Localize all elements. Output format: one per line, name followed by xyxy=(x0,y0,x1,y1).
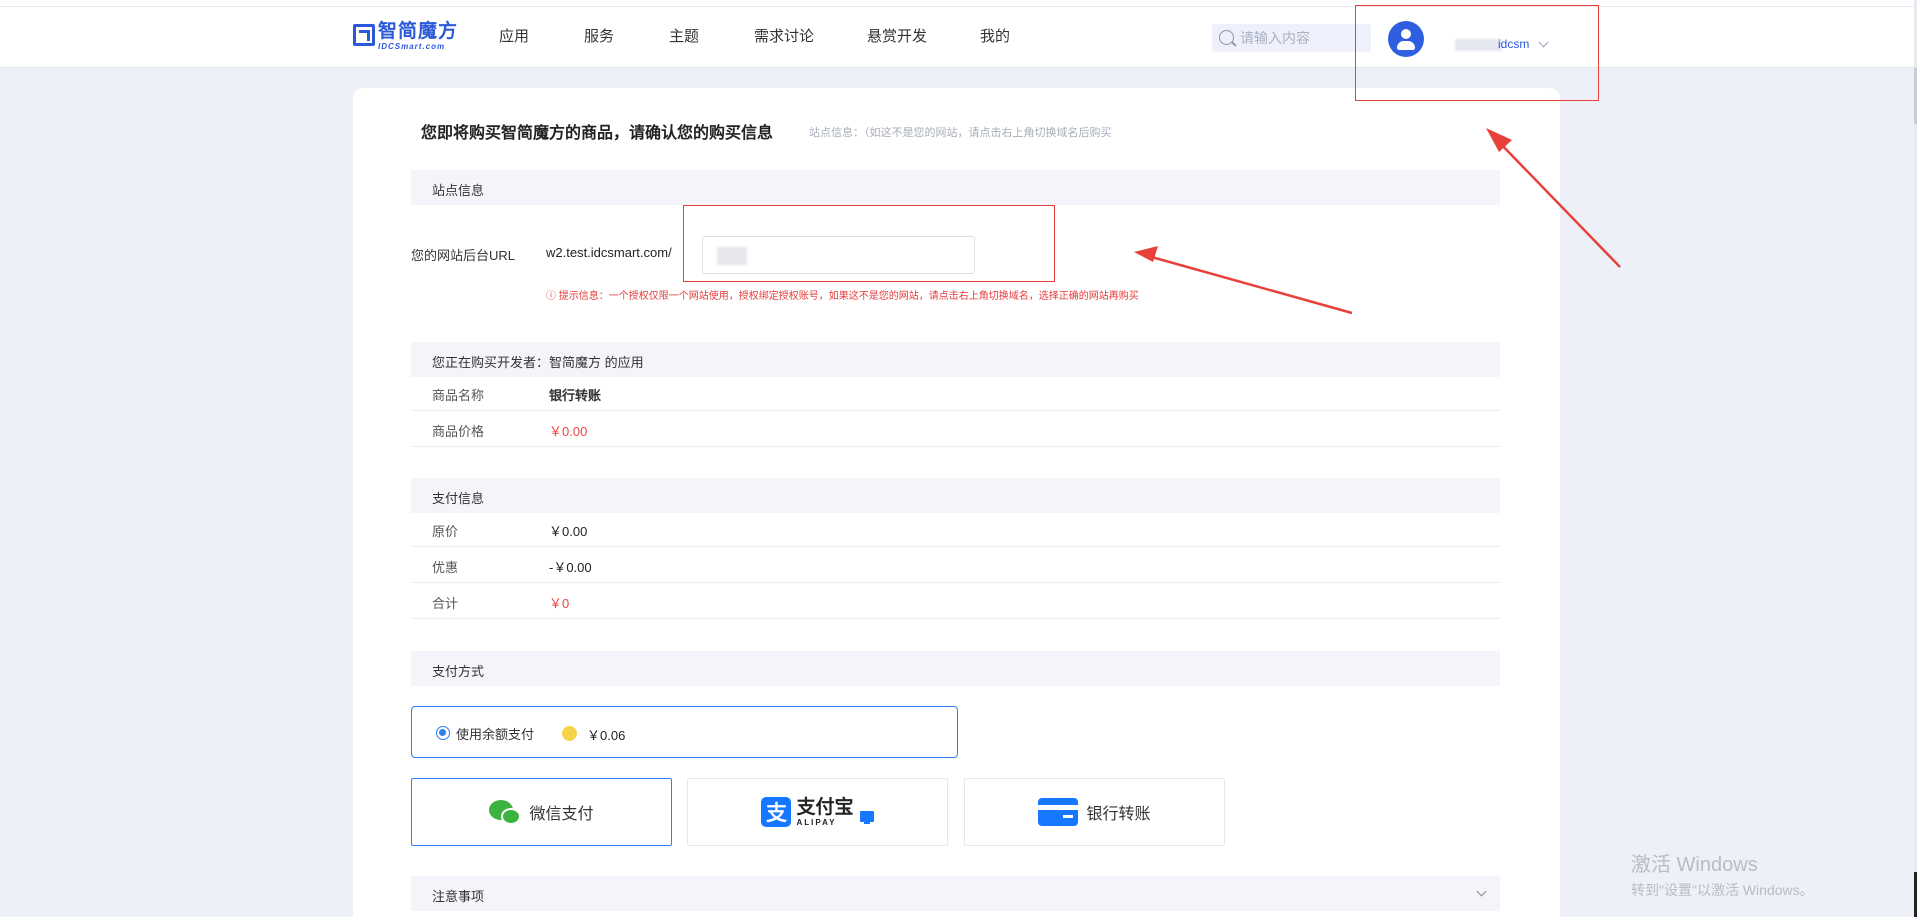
annotation-arrow-user xyxy=(1496,139,1621,268)
windows-activation-watermark: 激活 Windows 转到"设置"以激活 Windows。 xyxy=(1631,848,1814,900)
watermark-title: 激活 Windows xyxy=(1631,854,1758,876)
watermark-subtitle: 转到"设置"以激活 Windows。 xyxy=(1631,882,1814,898)
annotation-arrows xyxy=(1134,128,1621,315)
annotation-arrow-url xyxy=(1147,254,1353,315)
